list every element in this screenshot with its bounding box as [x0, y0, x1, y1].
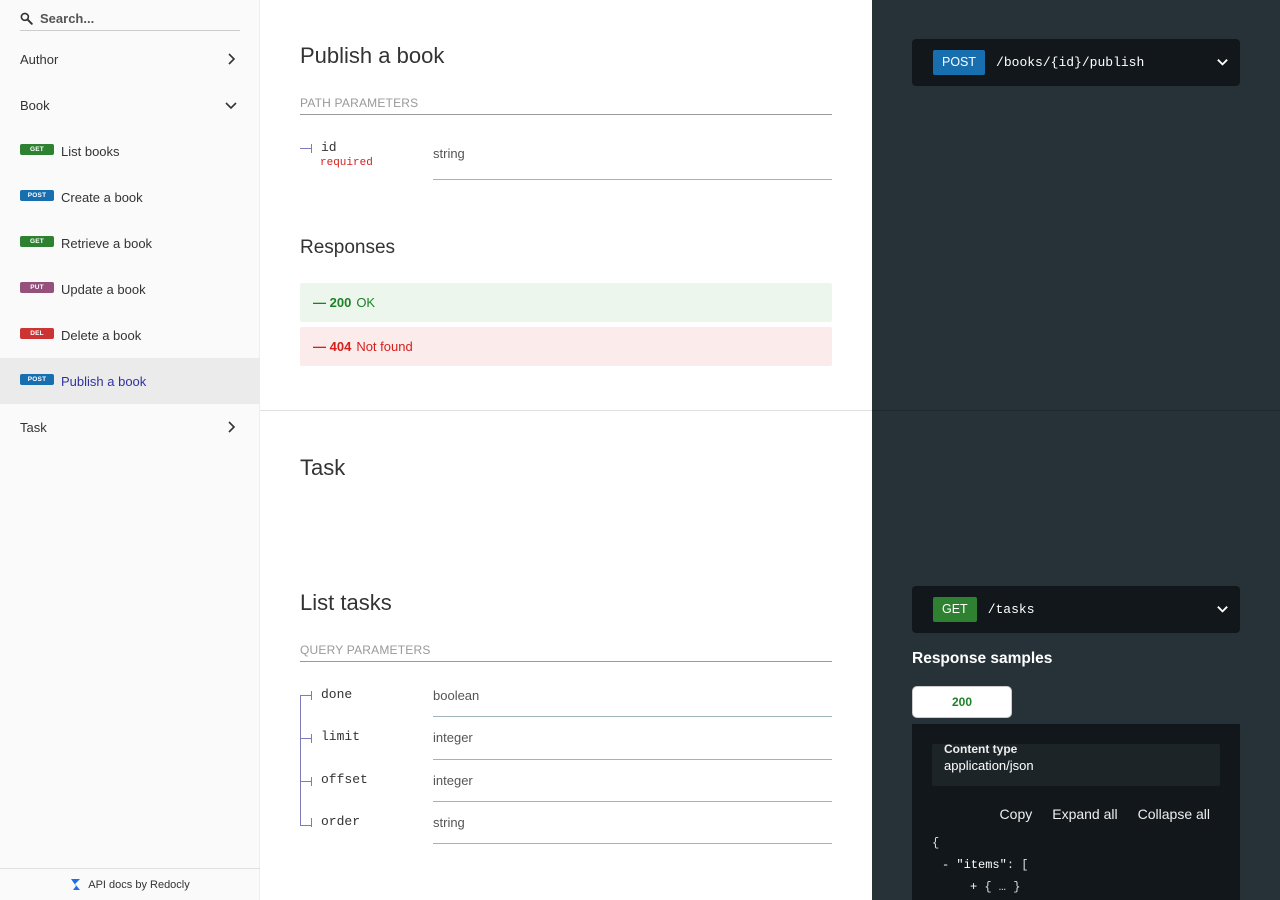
param-type: integer [433, 773, 473, 788]
param-type: integer [433, 730, 473, 745]
sidebar-group-author[interactable]: Author [0, 36, 260, 82]
endpoint-path: /books/{id}/publish [996, 55, 1145, 70]
endpoint-method-get: GET [933, 597, 977, 622]
sidebar-item-list-books[interactable]: GET List books [0, 128, 260, 174]
responses-title: Responses [300, 237, 396, 258]
response-tab-200[interactable]: 200 [912, 686, 1012, 718]
operation-title: List tasks [300, 590, 392, 615]
sidebar-group-label: Book [20, 97, 50, 113]
response-text: OK [356, 295, 376, 310]
expand-all-button[interactable]: Expand all [1052, 806, 1117, 822]
endpoint-method-post: POST [933, 50, 986, 75]
sidebar-item-publish-book[interactable]: POST Publish a book [0, 358, 260, 404]
content-type-selector[interactable]: Content type application/json [932, 742, 1220, 786]
json-collapsed-object: { … } [984, 880, 1021, 894]
search-box [20, 6, 240, 31]
param-divider [433, 801, 832, 802]
endpoint-list-tasks[interactable]: GET /tasks [912, 586, 1240, 633]
sidebar-item-label: Create a book [61, 189, 143, 205]
param-name: limit [321, 729, 361, 744]
json-key: "items" [956, 858, 1007, 872]
response-text: Not found [356, 339, 413, 354]
chevron-right-icon [228, 421, 236, 433]
task-section-title: Task [300, 455, 346, 480]
param-tree-cap [311, 691, 312, 700]
endpoint-publish-book[interactable]: POST /books/{id}/publish [912, 39, 1240, 86]
param-tree-line [300, 695, 301, 826]
method-badge-delete: DEL [20, 327, 54, 339]
param-name: done [321, 687, 353, 702]
redocly-footer-link[interactable]: API docs by Redocly [0, 868, 260, 900]
param-name: id [321, 140, 337, 155]
param-divider [433, 716, 832, 717]
response-404[interactable]: — 404 Not found [300, 327, 832, 366]
path-parameters-header: PATH PARAMETERS [300, 96, 832, 115]
collapse-all-button[interactable]: Collapse all [1138, 806, 1210, 822]
sidebar-item-label: Update a book [61, 281, 146, 297]
chevron-down-icon [1217, 606, 1228, 613]
param-divider [433, 179, 832, 180]
code-samples-panel: POST /books/{id}/publish GET /tasks Resp… [872, 0, 1280, 900]
sidebar-item-retrieve-book[interactable]: GET Retrieve a book [0, 220, 260, 266]
param-name: offset [321, 772, 368, 787]
footer-label: API docs by Redocly [88, 878, 190, 891]
param-type: string [433, 146, 465, 161]
sidebar-group-task[interactable]: Task [0, 404, 260, 450]
param-tree-cap [311, 144, 312, 153]
sidebar-group-label: Author [20, 51, 59, 67]
query-parameters-header: QUERY PARAMETERS [300, 643, 832, 662]
sidebar-item-label: List books [61, 143, 120, 159]
param-tree-cap [311, 734, 312, 743]
param-name: order [321, 814, 361, 829]
method-badge-put: PUT [20, 281, 54, 293]
param-divider [433, 759, 832, 760]
content-type-value: application/json [944, 758, 1034, 773]
sidebar: Author Book GET List books POST Create a… [0, 0, 260, 900]
operation-details: Publish a book PATH PARAMETERS id requir… [260, 0, 872, 900]
param-type: boolean [433, 688, 480, 703]
section-divider [260, 410, 872, 411]
sidebar-item-label: Delete a book [61, 327, 142, 343]
response-200[interactable]: — 200 OK [300, 283, 832, 322]
param-tree-cap [311, 777, 312, 786]
method-badge-get: GET [20, 235, 54, 247]
chevron-down-icon [225, 102, 237, 110]
response-samples-title: Response samples [912, 650, 1053, 667]
response-code: — 200 [313, 295, 352, 310]
method-badge-post: POST [20, 373, 54, 385]
json-brace: { [932, 836, 940, 850]
sidebar-group-book[interactable]: Book [0, 82, 260, 128]
chevron-down-icon [1217, 59, 1228, 66]
sidebar-item-delete-book[interactable]: DEL Delete a book [0, 312, 260, 358]
search-input[interactable] [40, 10, 220, 26]
param-divider [433, 843, 832, 844]
search-icon [20, 12, 33, 25]
sidebar-item-update-book[interactable]: PUT Update a book [0, 266, 260, 312]
json-punct: : [ [1006, 858, 1029, 872]
param-required-label: required [320, 157, 373, 169]
method-badge-post: POST [20, 189, 54, 201]
param-tree-cap [311, 818, 312, 827]
param-type: string [433, 815, 465, 830]
expand-toggle[interactable]: + [970, 880, 977, 894]
collapse-toggle[interactable]: - [942, 858, 949, 872]
sidebar-group-label: Task [20, 419, 47, 435]
endpoint-path: /tasks [987, 602, 1035, 617]
sample-controls: Copy Expand all Collapse all [1000, 806, 1210, 822]
content-type-label: Content type [944, 742, 1018, 756]
response-sample-panel: Content type application/json Copy Expan… [912, 724, 1240, 900]
json-sample: { - "items": [ + { … } [932, 832, 1028, 898]
response-code: — 404 [313, 339, 352, 354]
section-divider [872, 410, 1280, 411]
chevron-right-icon [228, 53, 236, 65]
operation-title: Publish a book [300, 43, 445, 68]
method-badge-get: GET [20, 143, 54, 155]
sidebar-item-create-book[interactable]: POST Create a book [0, 174, 260, 220]
sidebar-item-label: Retrieve a book [61, 235, 153, 251]
sidebar-item-label: Publish a book [61, 373, 147, 389]
redocly-logo-icon [71, 879, 81, 890]
copy-button[interactable]: Copy [1000, 806, 1033, 822]
